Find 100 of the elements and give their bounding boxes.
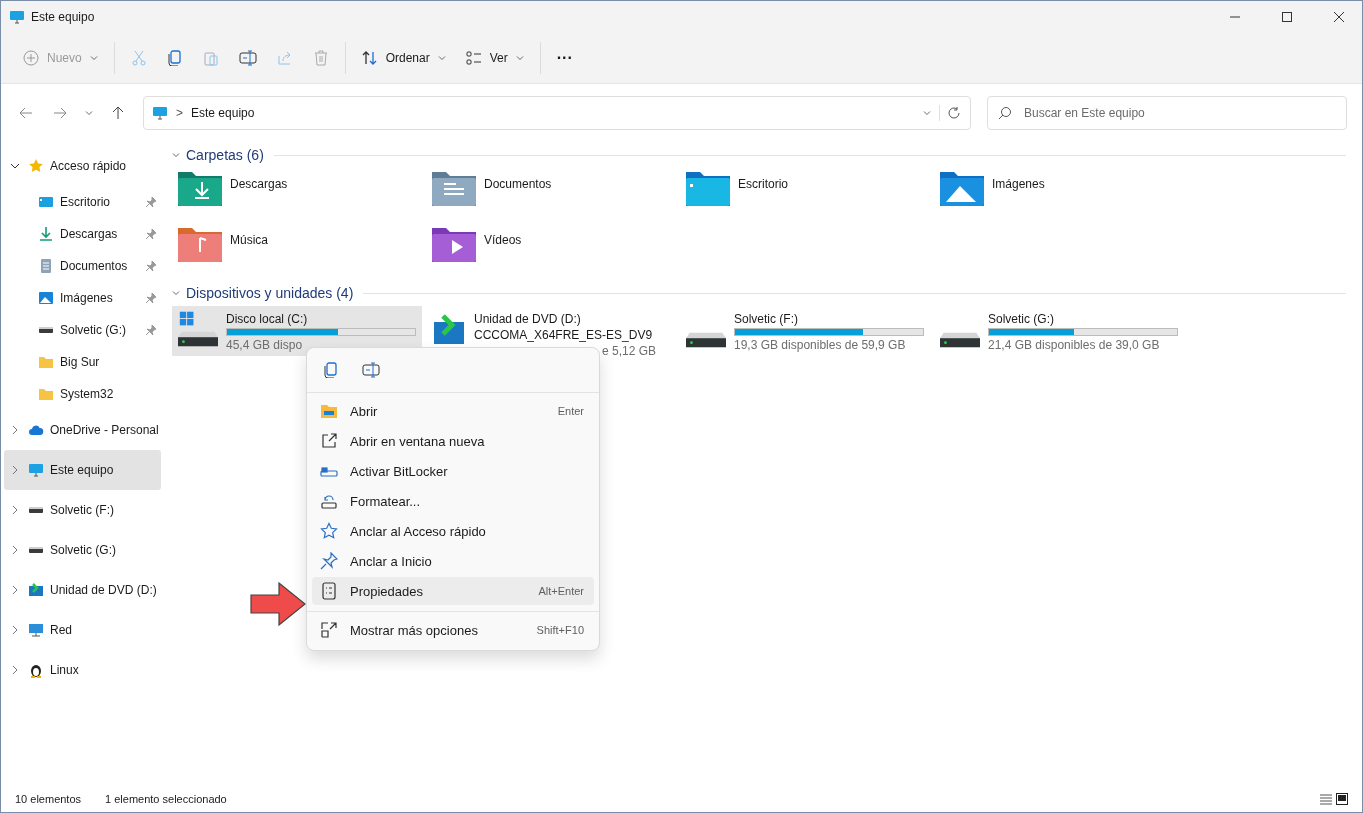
- documents-folder-icon: [432, 172, 476, 206]
- sort-icon: [361, 50, 378, 66]
- sidebar-item[interactable]: Red: [4, 610, 161, 650]
- section-heading[interactable]: Carpetas (6): [186, 147, 264, 163]
- section-heading[interactable]: Dispositivos y unidades (4): [186, 285, 354, 301]
- menu-item[interactable]: Abrir Enter: [312, 397, 594, 425]
- chevron-right-icon[interactable]: [12, 545, 18, 555]
- pin-icon: [320, 552, 338, 570]
- drive-name: Unidad de DVD (D:): [474, 312, 582, 326]
- dropdown-icon: [923, 110, 931, 116]
- rename-icon: [362, 362, 380, 378]
- chevron-right-icon[interactable]: [12, 585, 18, 595]
- drive-tile[interactable]: Unidad de DVD (D:) CCCOMA_X64FRE_ES-ES_DV9 e 5,12 GB: [426, 306, 676, 356]
- desktop-folder-icon: [686, 172, 730, 206]
- back-arrow-icon: [19, 107, 33, 119]
- pointer-arrow: [249, 581, 307, 627]
- disc-drive-icon: [28, 582, 44, 598]
- desktop-icon: [38, 194, 54, 210]
- more-options-button[interactable]: ···: [546, 41, 583, 75]
- chevron-down-icon: [437, 55, 446, 61]
- sidebar-item[interactable]: Solvetic (F:): [4, 490, 161, 530]
- menu-item[interactable]: Anclar al Acceso rápido: [312, 517, 594, 545]
- search-box[interactable]: Buscar en Este equipo: [987, 96, 1347, 130]
- chevron-right-icon[interactable]: [12, 425, 18, 435]
- chevron-right-icon[interactable]: [12, 465, 18, 475]
- up-arrow-icon: [112, 106, 124, 120]
- chevron-down-icon: [89, 55, 98, 61]
- plus-icon: [23, 50, 39, 66]
- system-drive-icon: [178, 310, 218, 348]
- chevron-right-icon[interactable]: [12, 665, 18, 675]
- menu-item[interactable]: Propiedades Alt+Enter: [312, 577, 594, 605]
- sidebar-item[interactable]: Documentos: [4, 250, 161, 282]
- refresh-icon[interactable]: [948, 106, 962, 120]
- monitor-icon: [28, 462, 44, 478]
- chevron-right-icon[interactable]: [12, 625, 18, 635]
- menu-item[interactable]: Mostrar más opciones Shift+F10: [312, 616, 594, 644]
- breadcrumb-item[interactable]: Este equipo: [191, 106, 255, 120]
- collapse-icon: [172, 290, 180, 296]
- chevron-right-icon[interactable]: [12, 505, 18, 515]
- sort-button[interactable]: Ordenar: [351, 41, 456, 75]
- sidebar-item[interactable]: Este equipo: [4, 450, 161, 490]
- folder-tile[interactable]: Imágenes: [934, 168, 1184, 224]
- properties-icon: [320, 582, 338, 600]
- disc-drive-icon: [432, 314, 466, 344]
- music-folder-icon: [178, 228, 222, 262]
- sidebar-item[interactable]: Unidad de DVD (D:): [4, 570, 161, 610]
- folder-tile[interactable]: Vídeos: [426, 224, 676, 280]
- menu-item[interactable]: Formatear...: [312, 487, 594, 515]
- sidebar-item[interactable]: Escritorio: [4, 186, 161, 218]
- network-icon: [28, 622, 44, 638]
- drive-refresh-icon: [320, 492, 338, 510]
- drive-tile[interactable]: Solvetic (G:) 21,4 GB disponibles de 39,0 GB: [934, 306, 1184, 356]
- sidebar-item[interactable]: System32: [4, 378, 161, 410]
- address-bar[interactable]: > Este equipo: [143, 96, 971, 130]
- trash-icon: [312, 50, 329, 66]
- drive-tile[interactable]: Disco local (C:) 45,4 GB dispo: [172, 306, 422, 356]
- breadcrumb-separator: >: [176, 106, 183, 120]
- collapse-icon: [172, 152, 180, 158]
- sidebar-item[interactable]: Imágenes: [4, 282, 161, 314]
- copy-icon: [323, 362, 339, 378]
- sidebar-item[interactable]: OneDrive - Personal: [4, 410, 161, 450]
- sidebar-item[interactable]: Solvetic (G:): [4, 314, 161, 346]
- scissors-icon: [130, 50, 147, 66]
- folder-tile[interactable]: Música: [172, 224, 422, 280]
- star-icon: [320, 522, 338, 540]
- drive-space-text: e 5,12 GB: [602, 344, 658, 358]
- folder-icon: [38, 354, 54, 370]
- item-count: 10 elementos: [15, 793, 82, 805]
- folder-tile[interactable]: Descargas: [172, 168, 422, 224]
- penguin-icon: [28, 662, 44, 678]
- paste-icon: [202, 50, 219, 66]
- forward-arrow-icon: [53, 107, 67, 119]
- search-icon: [998, 106, 1012, 120]
- hard-drive-icon: [686, 332, 726, 348]
- sidebar-item[interactable]: Linux: [4, 650, 161, 690]
- details-view-icon[interactable]: [1320, 793, 1332, 805]
- menu-item[interactable]: Abrir en ventana nueva: [312, 427, 594, 455]
- menu-item[interactable]: Anclar a Inicio: [312, 547, 594, 575]
- drive-icon: [38, 327, 54, 333]
- tiles-view-icon[interactable]: [1336, 793, 1348, 805]
- sidebar-item[interactable]: Descargas: [4, 218, 161, 250]
- folder-tile[interactable]: Escritorio: [680, 168, 930, 224]
- monitor-icon: [152, 105, 168, 121]
- sidebar-item[interactable]: Acceso rápido: [4, 146, 161, 186]
- folder-icon: [320, 402, 338, 420]
- menu-item[interactable]: Activar BitLocker: [312, 457, 594, 485]
- drive-tile[interactable]: Solvetic (F:) 19,3 GB disponibles de 59,9 GB: [680, 306, 930, 356]
- sidebar-item[interactable]: Solvetic (G:): [4, 530, 161, 570]
- chevron-down-icon[interactable]: [10, 163, 20, 169]
- selection-count: 1 elemento seleccionado: [105, 793, 227, 805]
- folder-tile[interactable]: Documentos: [426, 168, 676, 224]
- chevron-down-icon: [515, 55, 524, 61]
- drive-name: Disco local (C:): [226, 312, 309, 326]
- document-icon: [38, 258, 54, 274]
- drive-name: Solvetic (F:): [734, 312, 799, 326]
- external-window-icon: [320, 432, 338, 450]
- drive-space-text: 45,4 GB dispo: [226, 338, 304, 352]
- view-button[interactable]: Ver: [455, 41, 534, 75]
- sidebar-item[interactable]: Big Sur: [4, 346, 161, 378]
- copy-icon: [166, 50, 183, 66]
